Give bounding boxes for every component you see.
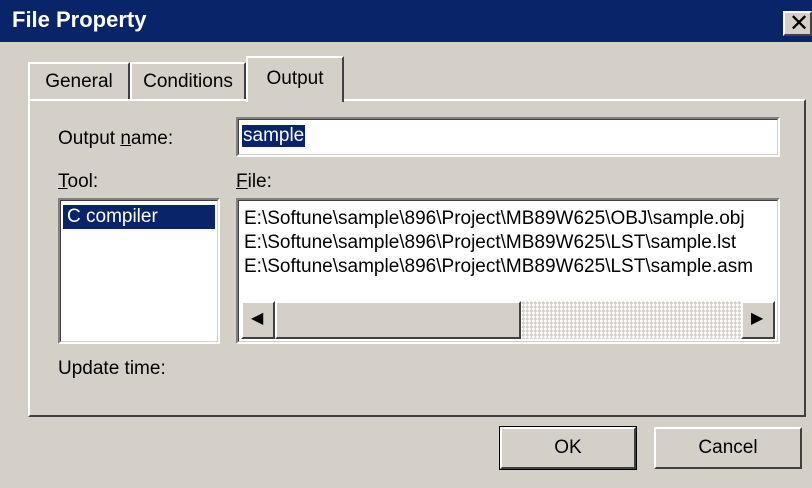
- file-item[interactable]: E:\Softune\sample\896\Project\MB89W625\L…: [244, 232, 736, 254]
- output-name-label: Output name:: [58, 128, 174, 149]
- file-horizontal-scrollbar[interactable]: ◀ ▶: [241, 301, 775, 339]
- close-button[interactable]: ✕: [783, 9, 812, 37]
- tab-general[interactable]: General: [28, 62, 130, 100]
- scroll-right-button[interactable]: ▶: [741, 301, 775, 339]
- arrow-left-icon: ◀: [251, 308, 264, 327]
- tool-item-c-compiler[interactable]: C compiler: [63, 205, 215, 229]
- file-label: File:: [236, 171, 272, 192]
- file-item[interactable]: E:\Softune\sample\896\Project\MB89W625\L…: [244, 256, 753, 278]
- tab-output[interactable]: Output: [246, 56, 344, 102]
- close-icon: ✕: [789, 9, 810, 37]
- scroll-left-button[interactable]: ◀: [241, 301, 275, 339]
- tool-list[interactable]: C compiler: [58, 198, 220, 344]
- output-name-value[interactable]: sample: [242, 125, 306, 147]
- tab-general-label: General: [45, 71, 113, 92]
- arrow-right-icon: ▶: [751, 308, 764, 327]
- file-list[interactable]: E:\Softune\sample\896\Project\MB89W625\O…: [236, 198, 780, 344]
- update-time-label: Update time:: [58, 358, 166, 379]
- output-name-input[interactable]: sample: [236, 117, 780, 157]
- tool-label: Tool:: [58, 171, 99, 192]
- ok-button[interactable]: OK: [499, 426, 637, 470]
- tab-conditions-label: Conditions: [143, 71, 233, 92]
- tab-output-label: Output: [266, 68, 324, 89]
- cancel-button[interactable]: Cancel: [654, 427, 802, 469]
- title-bar[interactable]: File Property ✕: [0, 0, 812, 42]
- tab-conditions[interactable]: Conditions: [130, 62, 246, 100]
- file-item[interactable]: E:\Softune\sample\896\Project\MB89W625\O…: [244, 208, 745, 230]
- window-title: File Property: [12, 7, 147, 32]
- scroll-thumb[interactable]: [275, 301, 521, 339]
